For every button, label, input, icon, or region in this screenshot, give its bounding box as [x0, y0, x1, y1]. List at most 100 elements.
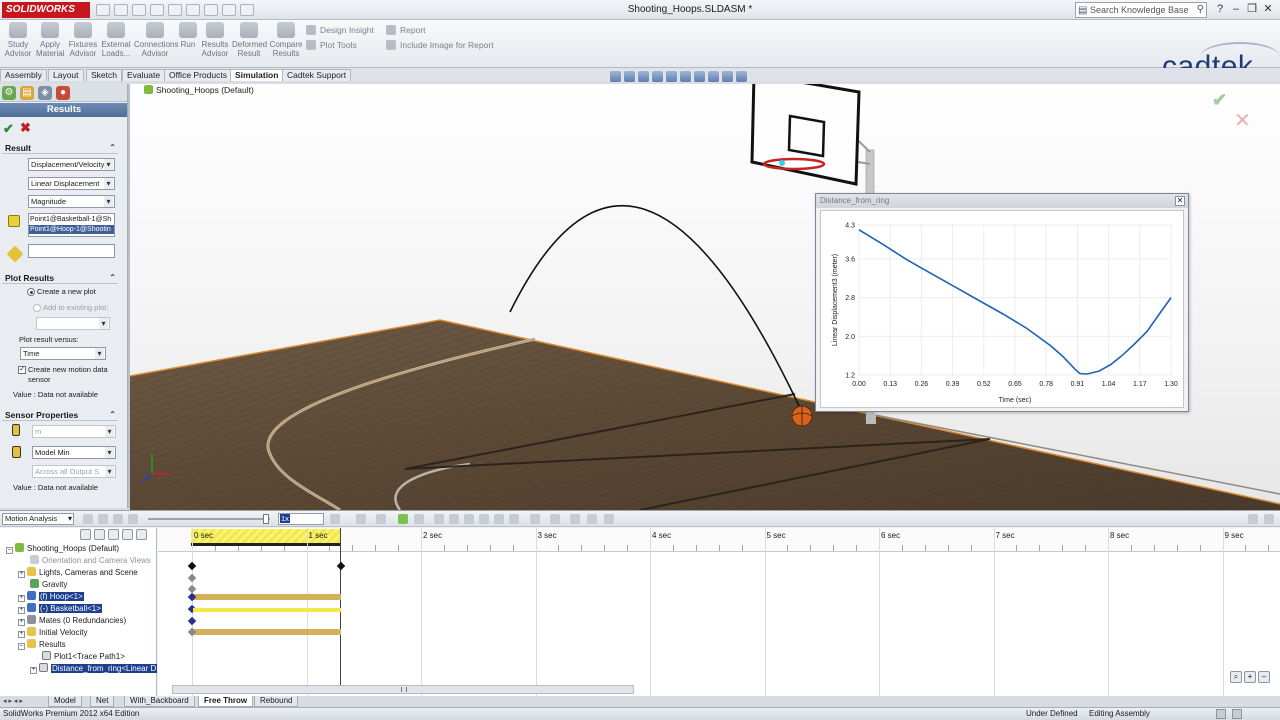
tab-scroll-arrows-icon[interactable]: ◂ ▸ ◂ ▸: [3, 697, 23, 705]
playback-slider-track[interactable]: [148, 518, 270, 520]
results-advisor-button[interactable]: Results Advisor: [201, 22, 229, 66]
plot-tools-button[interactable]: Plot Tools: [306, 38, 357, 52]
selected-point-item[interactable]: Point1@Hoop-1@Shootin: [29, 225, 114, 234]
timeline-key[interactable]: [187, 616, 197, 626]
study-advisor-button[interactable]: Study Advisor: [4, 22, 32, 66]
design-insight-button[interactable]: Design Insight: [306, 23, 374, 37]
add-key-icon[interactable]: [414, 514, 424, 524]
timeline-area[interactable]: 0 sec 1 sec 2 sec 3 sec 4 sec 5 sec 6 sec 7 sec…: [158, 528, 1280, 696]
expand-toggle-icon[interactable]: +: [18, 631, 25, 638]
display-manager-icon[interactable]: ●: [56, 86, 70, 100]
section-view-icon[interactable]: [652, 71, 663, 82]
play-icon[interactable]: [113, 514, 123, 524]
tab-layout[interactable]: Layout: [48, 69, 84, 81]
expand-toggle-icon[interactable]: +: [18, 571, 25, 578]
display-style-icon[interactable]: [680, 71, 691, 82]
tree-item-distance-plot[interactable]: + Distance_from_ring<Linear D: [30, 663, 158, 675]
results-plots-icon[interactable]: [530, 514, 540, 524]
scrollbar-grip[interactable]: [401, 687, 407, 692]
save-icon[interactable]: [132, 4, 146, 16]
selected-point-item[interactable]: Point1@Basketball-1@Sh: [29, 215, 114, 224]
create-new-plot-radio[interactable]: [27, 288, 35, 296]
select-icon[interactable]: [186, 4, 200, 16]
zoom-out-icon[interactable]: –: [1258, 671, 1270, 683]
confirmation-cancel-icon[interactable]: ✕: [1234, 108, 1251, 133]
configuration-manager-icon[interactable]: ◈: [38, 86, 52, 100]
apply-material-button[interactable]: Apply Material: [36, 22, 64, 66]
plot-results-group-header[interactable]: Plot Results ⌃: [2, 272, 118, 284]
add-to-existing-radio[interactable]: [33, 304, 41, 312]
calculate-icon[interactable]: [83, 514, 93, 524]
tree-item-initial-velocity[interactable]: + Initial Velocity: [18, 627, 87, 639]
connections-advisor-button[interactable]: Connections Advisor: [134, 22, 178, 66]
stop-icon[interactable]: [128, 514, 138, 524]
property-manager-icon[interactable]: ▤: [20, 86, 34, 100]
run-button[interactable]: Run: [178, 22, 198, 66]
tree-item-plot1[interactable]: Plot1<Trace Path1>: [42, 651, 125, 663]
rebuild-status-icon[interactable]: [1216, 709, 1226, 719]
timeline-key[interactable]: [187, 561, 197, 571]
restore-icon[interactable]: ❐: [1244, 2, 1260, 18]
tab-evaluate[interactable]: Evaluate: [122, 69, 166, 81]
criterion-select[interactable]: Model Min: [32, 446, 116, 459]
undo-icon[interactable]: [168, 4, 182, 16]
close-icon[interactable]: ✕: [1260, 2, 1276, 18]
zoom-to-fit-icon[interactable]: [610, 71, 621, 82]
compare-results-button[interactable]: Compare Results: [269, 22, 303, 66]
filter-animated-icon[interactable]: [80, 529, 91, 540]
zoom-fit-icon[interactable]: ⌕: [1230, 671, 1242, 683]
file-properties-icon[interactable]: [222, 4, 236, 16]
filter-results-icon[interactable]: [136, 529, 147, 540]
search-icon[interactable]: ⚲: [1197, 3, 1204, 17]
options-icon[interactable]: [240, 4, 254, 16]
include-image-button[interactable]: Include Image for Report: [386, 38, 494, 52]
playback-slider-thumb[interactable]: [263, 514, 269, 524]
expand-toggle-icon[interactable]: +: [30, 667, 37, 674]
collapse-icon[interactable]: ⌃: [109, 409, 116, 421]
deformed-result-button[interactable]: Deformed Result: [232, 22, 267, 66]
timeline-key[interactable]: [336, 561, 346, 571]
simulation-setup-icon[interactable]: [604, 514, 614, 524]
search-input[interactable]: ▤ Search Knowledge Base ⚲: [1075, 2, 1207, 18]
ok-check-icon[interactable]: ✔: [3, 121, 14, 137]
tab-net[interactable]: Net: [90, 696, 115, 707]
tree-item-lights[interactable]: + Lights, Cameras and Scene: [18, 567, 138, 579]
tab-sketch[interactable]: Sketch: [86, 69, 122, 81]
motion-study-properties-icon[interactable]: [550, 514, 560, 524]
autokey-icon[interactable]: [398, 514, 408, 524]
result-component-select[interactable]: Magnitude: [28, 195, 115, 208]
collapse-toggle-icon[interactable]: –: [6, 547, 13, 554]
expand-toggle-icon[interactable]: +: [18, 595, 25, 602]
spring-icon[interactable]: [449, 514, 459, 524]
create-sensor-checkbox[interactable]: ✓: [18, 366, 26, 374]
feature-manager-icon[interactable]: ⚙: [2, 86, 16, 100]
minimize-icon[interactable]: –: [1228, 2, 1244, 18]
tab-assembly[interactable]: Assembly: [0, 69, 47, 81]
tree-item-gravity[interactable]: Gravity: [30, 579, 67, 591]
units-select[interactable]: m: [32, 425, 116, 438]
maximize-panel-icon[interactable]: [1248, 514, 1258, 524]
existing-plot-select[interactable]: [36, 317, 110, 330]
plot-window-title[interactable]: Distance_from_ring: [816, 194, 1188, 208]
contact-icon[interactable]: [494, 514, 504, 524]
timeline-horizontal-scrollbar[interactable]: [172, 685, 634, 694]
zoom-in-icon[interactable]: +: [1244, 671, 1256, 683]
tree-item-results[interactable]: – Results: [18, 639, 66, 651]
apply-scene-icon[interactable]: [722, 71, 733, 82]
tree-item-assembly[interactable]: – Shooting_Hoops (Default): [6, 543, 119, 555]
confirmation-ok-icon[interactable]: ✔: [1212, 90, 1227, 111]
tab-with-backboard[interactable]: With_Backboard: [124, 696, 195, 707]
collapse-panel-icon[interactable]: [1264, 514, 1274, 524]
plot-versus-select[interactable]: Time: [20, 347, 106, 360]
previous-view-icon[interactable]: [638, 71, 649, 82]
hide-show-icon[interactable]: [694, 71, 705, 82]
tab-model[interactable]: Model: [48, 696, 82, 707]
result-group-header[interactable]: Result ⌃: [2, 142, 118, 154]
expand-toggle-icon[interactable]: +: [18, 607, 25, 614]
playback-mode-icon[interactable]: [330, 514, 340, 524]
new-file-icon[interactable]: [96, 4, 110, 16]
expand-toggle-icon[interactable]: +: [18, 619, 25, 626]
tab-simulation[interactable]: Simulation: [230, 69, 284, 81]
tab-rebound[interactable]: Rebound: [254, 696, 299, 707]
collapse-icon[interactable]: ⌃: [109, 272, 116, 284]
